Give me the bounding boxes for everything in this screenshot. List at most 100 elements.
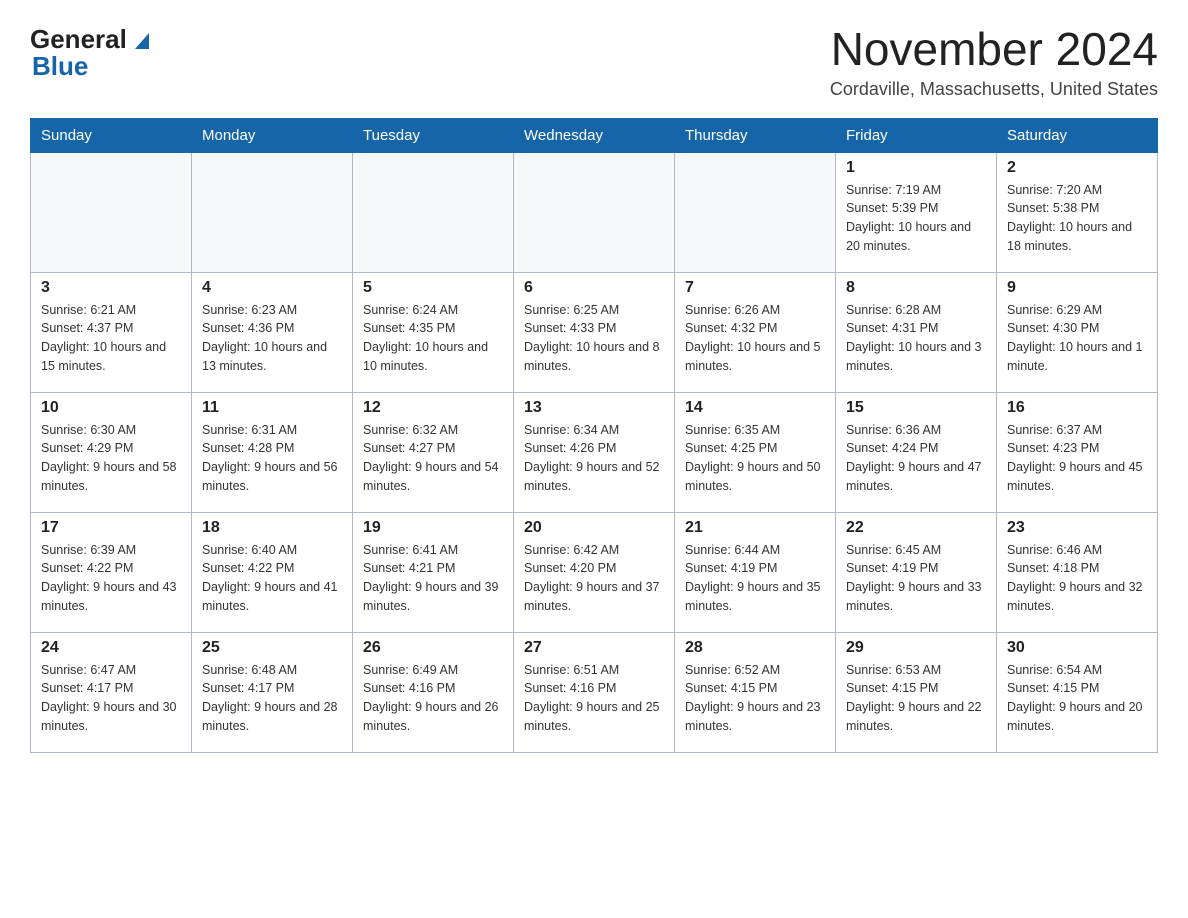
day-number: 22 (846, 519, 986, 537)
calendar-cell: 3Sunrise: 6:21 AMSunset: 4:37 PMDaylight… (31, 272, 192, 392)
day-number: 11 (202, 399, 342, 417)
day-number: 3 (41, 279, 181, 297)
day-number: 1 (846, 159, 986, 177)
month-title: November 2024 (830, 24, 1158, 75)
title-area: November 2024 Cordaville, Massachusetts,… (830, 24, 1158, 100)
day-info: Sunrise: 6:37 AMSunset: 4:23 PMDaylight:… (1007, 421, 1147, 496)
day-number: 10 (41, 399, 181, 417)
page-header: General Blue November 2024 Cordaville, M… (30, 24, 1158, 100)
calendar-cell: 1 Sunrise: 7:19 AMSunset: 5:39 PMDaylight… (836, 152, 997, 272)
calendar-cell: 7 Sunrise: 6:26 AMSunset: 4:32 PMDaylight… (675, 272, 836, 392)
day-number: 5 (363, 279, 503, 297)
weekday-header-thursday: Thursday (675, 118, 836, 152)
calendar-cell: 23 Sunrise: 6:46 AMSunset: 4:18 PMDayligh… (997, 512, 1158, 632)
calendar-cell: 9 Sunrise: 6:29 AMSunset: 4:30 PMDaylight… (997, 272, 1158, 392)
calendar-cell: 15 Sunrise: 6:36 AMSunset: 4:24 PMDayligh… (836, 392, 997, 512)
day-info: Sunrise: 6:45 AMSunset: 4:19 PMDaylight:… (846, 541, 986, 616)
day-number: 24 (41, 639, 181, 657)
day-number: 6 (524, 279, 664, 297)
day-number: 14 (685, 399, 825, 417)
day-info: Sunrise: 7:20 AMSunset: 5:38 PMDaylight:… (1007, 181, 1147, 256)
calendar-week-row: 17 Sunrise: 6:39 AMSunset: 4:22 PMDayligh… (31, 512, 1158, 632)
calendar-cell: 17 Sunrise: 6:39 AMSunset: 4:22 PMDayligh… (31, 512, 192, 632)
day-info: Sunrise: 6:51 AMSunset: 4:16 PMDaylight:… (524, 661, 664, 736)
day-info: Sunrise: 6:42 AMSunset: 4:20 PMDaylight:… (524, 541, 664, 616)
calendar-cell: 18 Sunrise: 6:40 AMSunset: 4:22 PMDayligh… (192, 512, 353, 632)
day-info: Sunrise: 6:49 AMSunset: 4:16 PMDaylight:… (363, 661, 503, 736)
calendar-week-row: 3Sunrise: 6:21 AMSunset: 4:37 PMDaylight… (31, 272, 1158, 392)
calendar-cell: 8 Sunrise: 6:28 AMSunset: 4:31 PMDaylight… (836, 272, 997, 392)
calendar-cell: 24 Sunrise: 6:47 AMSunset: 4:17 PMDayligh… (31, 632, 192, 752)
calendar-cell: 14 Sunrise: 6:35 AMSunset: 4:25 PMDayligh… (675, 392, 836, 512)
weekday-header-row: SundayMondayTuesdayWednesdayThursdayFrid… (31, 118, 1158, 152)
day-number: 30 (1007, 639, 1147, 657)
day-number: 9 (1007, 279, 1147, 297)
day-number: 17 (41, 519, 181, 537)
location-title: Cordaville, Massachusetts, United States (830, 79, 1158, 100)
day-info: Sunrise: 6:36 AMSunset: 4:24 PMDaylight:… (846, 421, 986, 496)
day-info: Sunrise: 6:25 AMSunset: 4:33 PMDaylight:… (524, 301, 664, 376)
calendar-cell: 2Sunrise: 7:20 AMSunset: 5:38 PMDaylight… (997, 152, 1158, 272)
weekday-header-sunday: Sunday (31, 118, 192, 152)
day-number: 16 (1007, 399, 1147, 417)
calendar-cell: 16 Sunrise: 6:37 AMSunset: 4:23 PMDayligh… (997, 392, 1158, 512)
day-number: 4 (202, 279, 342, 297)
day-number: 13 (524, 399, 664, 417)
logo: General Blue (30, 24, 157, 82)
day-info: Sunrise: 6:39 AMSunset: 4:22 PMDaylight:… (41, 541, 181, 616)
day-number: 15 (846, 399, 986, 417)
day-number: 27 (524, 639, 664, 657)
day-info: Sunrise: 7:19 AMSunset: 5:39 PMDaylight:… (846, 181, 986, 256)
day-number: 18 (202, 519, 342, 537)
calendar-week-row: 10 Sunrise: 6:30 AMSunset: 4:29 PMDayligh… (31, 392, 1158, 512)
calendar-cell: 22 Sunrise: 6:45 AMSunset: 4:19 PMDayligh… (836, 512, 997, 632)
day-info: Sunrise: 6:23 AMSunset: 4:36 PMDaylight:… (202, 301, 342, 376)
calendar-cell: 5 Sunrise: 6:24 AMSunset: 4:35 PMDaylight… (353, 272, 514, 392)
calendar-cell: 20Sunrise: 6:42 AMSunset: 4:20 PMDayligh… (514, 512, 675, 632)
weekday-header-friday: Friday (836, 118, 997, 152)
day-info: Sunrise: 6:52 AMSunset: 4:15 PMDaylight:… (685, 661, 825, 736)
day-info: Sunrise: 6:46 AMSunset: 4:18 PMDaylight:… (1007, 541, 1147, 616)
day-info: Sunrise: 6:41 AMSunset: 4:21 PMDaylight:… (363, 541, 503, 616)
day-number: 7 (685, 279, 825, 297)
calendar-cell: 10 Sunrise: 6:30 AMSunset: 4:29 PMDayligh… (31, 392, 192, 512)
day-info: Sunrise: 6:47 AMSunset: 4:17 PMDaylight:… (41, 661, 181, 736)
day-number: 25 (202, 639, 342, 657)
day-info: Sunrise: 6:35 AMSunset: 4:25 PMDaylight:… (685, 421, 825, 496)
weekday-header-wednesday: Wednesday (514, 118, 675, 152)
calendar-cell: 29 Sunrise: 6:53 AMSunset: 4:15 PMDayligh… (836, 632, 997, 752)
calendar-cell (353, 152, 514, 272)
calendar-cell (31, 152, 192, 272)
day-info: Sunrise: 6:28 AMSunset: 4:31 PMDaylight:… (846, 301, 986, 376)
calendar-cell: 25 Sunrise: 6:48 AMSunset: 4:17 PMDayligh… (192, 632, 353, 752)
day-number: 21 (685, 519, 825, 537)
day-number: 23 (1007, 519, 1147, 537)
day-info: Sunrise: 6:26 AMSunset: 4:32 PMDaylight:… (685, 301, 825, 376)
calendar-cell: 26Sunrise: 6:49 AMSunset: 4:16 PMDayligh… (353, 632, 514, 752)
day-info: Sunrise: 6:31 AMSunset: 4:28 PMDaylight:… (202, 421, 342, 496)
day-info: Sunrise: 6:53 AMSunset: 4:15 PMDaylight:… (846, 661, 986, 736)
day-info: Sunrise: 6:30 AMSunset: 4:29 PMDaylight:… (41, 421, 181, 496)
day-number: 28 (685, 639, 825, 657)
day-info: Sunrise: 6:54 AMSunset: 4:15 PMDaylight:… (1007, 661, 1147, 736)
calendar-week-row: 24 Sunrise: 6:47 AMSunset: 4:17 PMDayligh… (31, 632, 1158, 752)
calendar-cell: 12Sunrise: 6:32 AMSunset: 4:27 PMDayligh… (353, 392, 514, 512)
day-info: Sunrise: 6:29 AMSunset: 4:30 PMDaylight:… (1007, 301, 1147, 376)
calendar-cell: 4 Sunrise: 6:23 AMSunset: 4:36 PMDaylight… (192, 272, 353, 392)
calendar-cell: 30 Sunrise: 6:54 AMSunset: 4:15 PMDayligh… (997, 632, 1158, 752)
calendar-cell (192, 152, 353, 272)
calendar-cell: 19Sunrise: 6:41 AMSunset: 4:21 PMDayligh… (353, 512, 514, 632)
calendar-cell: 11 Sunrise: 6:31 AMSunset: 4:28 PMDayligh… (192, 392, 353, 512)
calendar-cell: 6 Sunrise: 6:25 AMSunset: 4:33 PMDaylight… (514, 272, 675, 392)
day-info: Sunrise: 6:24 AMSunset: 4:35 PMDaylight:… (363, 301, 503, 376)
day-info: Sunrise: 6:44 AMSunset: 4:19 PMDaylight:… (685, 541, 825, 616)
day-info: Sunrise: 6:48 AMSunset: 4:17 PMDaylight:… (202, 661, 342, 736)
weekday-header-tuesday: Tuesday (353, 118, 514, 152)
weekday-header-monday: Monday (192, 118, 353, 152)
day-info: Sunrise: 6:40 AMSunset: 4:22 PMDaylight:… (202, 541, 342, 616)
day-number: 29 (846, 639, 986, 657)
day-number: 8 (846, 279, 986, 297)
calendar-cell: 28 Sunrise: 6:52 AMSunset: 4:15 PMDayligh… (675, 632, 836, 752)
calendar-cell: 27 Sunrise: 6:51 AMSunset: 4:16 PMDayligh… (514, 632, 675, 752)
logo-blue-text: Blue (32, 51, 88, 82)
